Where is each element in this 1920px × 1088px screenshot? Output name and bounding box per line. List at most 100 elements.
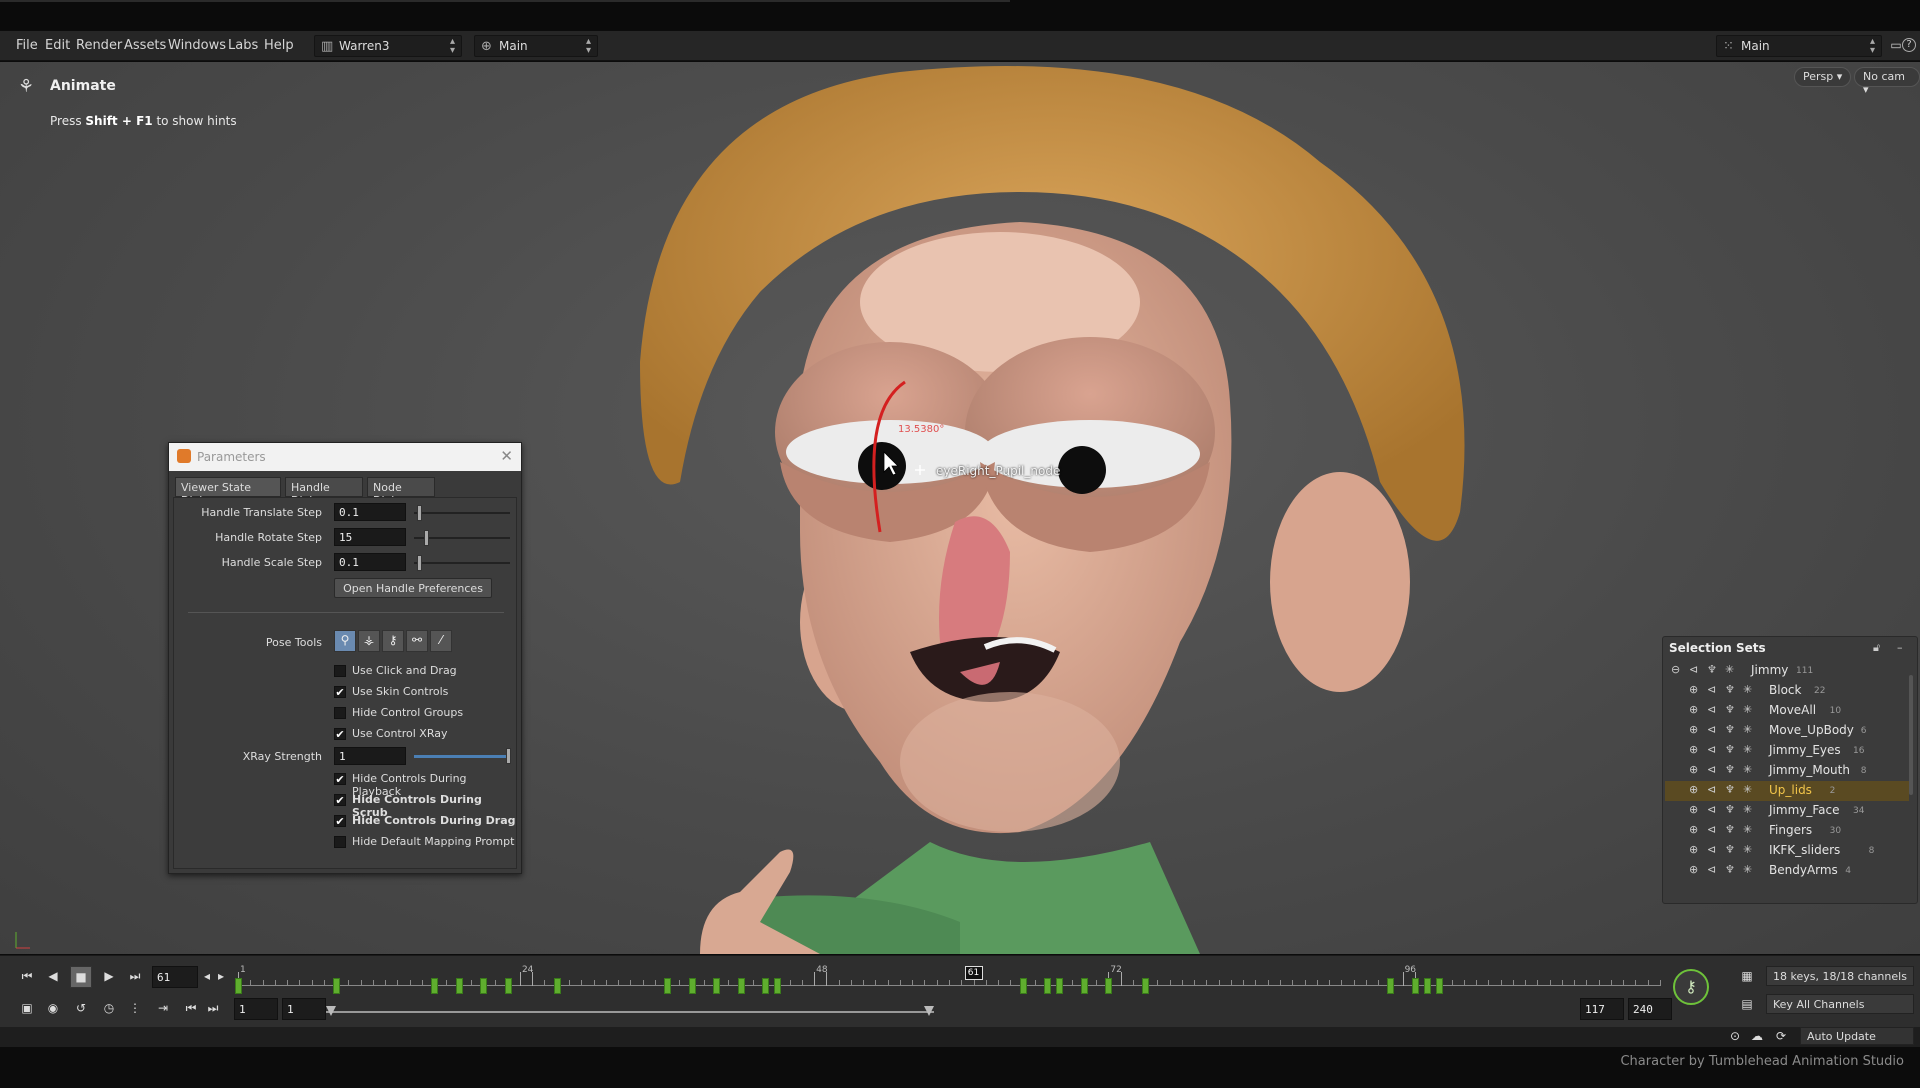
camera-button[interactable]: No cam ▾ [1854,67,1920,96]
visibility-icon[interactable]: ⊕ [1689,863,1698,876]
jump-end-icon[interactable]: ⏭ [124,966,146,988]
collapse-icon[interactable]: – [1897,641,1903,654]
keyframe-marker[interactable] [431,978,439,994]
selection-set-row[interactable]: ⊕ ⊲ ♆ ✳ BendyArms 4 [1665,861,1909,881]
pose-tool-select-icon[interactable]: ⚲ [334,630,356,652]
xray-strength-slider[interactable] [414,748,511,764]
menu-render[interactable]: Render [76,38,122,53]
loop-icon[interactable]: ↺ [70,998,92,1020]
timeline-options-icon[interactable]: ▣ [16,998,38,1020]
pose-icon[interactable]: ♆ [1725,843,1735,856]
pose-icon[interactable]: ♆ [1725,703,1735,716]
selection-set-row[interactable]: ⊖ ⊲ ♆ ✳ Jimmy 111 [1665,661,1909,681]
asterisk-icon[interactable]: ✳ [1743,723,1752,736]
selection-set-row[interactable]: ⊕ ⊲ ♆ ✳ IKFK_sliders 8 [1665,841,1909,861]
xray-strength-field[interactable]: 1 [334,747,406,765]
selection-set-row[interactable]: ⊕ ⊲ ♆ ✳ Block 22 [1665,681,1909,701]
menu-labs[interactable]: Labs [228,38,258,53]
scrollbar[interactable] [1909,675,1913,795]
keyframe-marker[interactable] [1080,978,1088,994]
keyframe-marker[interactable] [1436,978,1444,994]
keyframe-marker[interactable] [504,978,512,994]
keyframe-marker[interactable] [1387,978,1395,994]
lock-icon[interactable]: 🔓︎ [1873,641,1880,655]
rotate-step-slider[interactable] [414,530,510,546]
pose-icon[interactable]: ♆ [1725,683,1735,696]
right-context-select[interactable]: ⁙ Main ▴ ▾ [1716,35,1882,57]
menu-file[interactable]: File [16,38,38,53]
asterisk-icon[interactable]: ✳ [1743,763,1752,776]
playback-end-field[interactable]: 117 [1580,998,1624,1020]
select-icon[interactable]: ⊲ [1707,783,1716,796]
pose-tool-mirror-icon[interactable]: ⚯ [406,630,428,652]
asterisk-icon[interactable]: ✳ [1725,663,1734,676]
desktop-select[interactable]: ▥ Warren3 ▴ ▾ [314,35,462,57]
hide-during-drag-checkbox[interactable]: ✔ [334,815,346,827]
playhead[interactable]: 61 [964,966,983,980]
visibility-icon[interactable]: ⊕ [1689,743,1698,756]
play-backward-icon[interactable]: ◀ [42,966,64,988]
select-icon[interactable]: ⊲ [1707,803,1716,816]
visibility-icon[interactable]: ⊕ [1689,843,1698,856]
key-all-channels-select[interactable]: Key All Channels [1766,994,1914,1014]
translate-step-field[interactable]: 0.1 [334,503,406,521]
menu-help[interactable]: Help [264,38,294,53]
translate-step-slider[interactable] [414,505,510,521]
hide-during-scrub-checkbox[interactable]: ✔ [334,794,346,806]
select-icon[interactable]: ⊲ [1707,743,1716,756]
hide-during-playback-checkbox[interactable]: ✔ [334,773,346,785]
select-icon[interactable]: ⊲ [1707,823,1716,836]
keyframe-marker[interactable] [664,978,672,994]
pose-icon[interactable]: ♆ [1725,723,1735,736]
selection-set-row[interactable]: ⊕ ⊲ ♆ ✳ Jimmy_Mouth 8 [1665,761,1909,781]
chat-icon[interactable]: ☁ [1746,1026,1768,1046]
asterisk-icon[interactable]: ✳ [1743,803,1752,816]
asterisk-icon[interactable]: ✳ [1743,783,1752,796]
context-select[interactable]: ⊕ Main ▴ ▾ [474,35,598,57]
selection-set-row[interactable]: ⊕ ⊲ ♆ ✳ Move_UpBody 6 [1665,721,1909,741]
menu-edit[interactable]: Edit [45,38,70,53]
keyframe-marker[interactable] [713,978,721,994]
visibility-icon[interactable]: ⊕ [1689,763,1698,776]
timeline-ruler[interactable]: 1 24 48 72 96 61 [235,965,1661,994]
keyframe-marker[interactable] [774,978,782,994]
keyframe-marker[interactable] [455,978,463,994]
parameters-titlebar[interactable]: Parameters ✕ [169,443,521,471]
audio-icon[interactable]: ◉ [42,998,64,1020]
keyframe-marker[interactable] [1044,978,1052,994]
menu-assets[interactable]: Assets [124,38,166,53]
keyframe-marker[interactable] [235,978,242,994]
keyframe-marker[interactable] [1142,978,1150,994]
playback-start-field[interactable]: 1 [282,998,326,1020]
end-frame-field[interactable]: 240 [1628,998,1672,1020]
keyframe-marker[interactable] [1411,978,1419,994]
collapse-icon[interactable]: ⊖ [1671,663,1680,676]
select-icon[interactable]: ⊲ [1707,703,1716,716]
pose-icon[interactable]: ♆ [1725,803,1735,816]
keyframe-marker[interactable] [553,978,561,994]
jump-start-icon[interactable]: ⏮ [16,966,38,988]
step-back-icon[interactable]: ◂ [200,966,214,988]
selection-set-row[interactable]: ⊕ ⊲ ♆ ✳ Jimmy_Eyes 16 [1665,741,1909,761]
channel-list-icon[interactable]: ▦ [1736,966,1758,988]
visibility-icon[interactable]: ⊕ [1689,823,1698,836]
playback-range-bar[interactable] [326,1006,934,1016]
keyframe-marker[interactable] [762,978,770,994]
step-forward-icon[interactable]: ▸ [214,966,228,988]
set-key-button[interactable]: ⚷ [1673,969,1709,1005]
range-start-icon[interactable]: ⏮ [182,998,200,1020]
asterisk-icon[interactable]: ✳ [1743,743,1752,756]
visibility-icon[interactable]: ⊕ [1689,723,1698,736]
selection-set-row[interactable]: ⊕ ⊲ ♆ ✳ MoveAll 10 [1665,701,1909,721]
pose-tool-pick-icon[interactable]: ⁄ [430,630,452,652]
current-frame-field[interactable]: 61 [152,966,198,988]
network-icon[interactable]: ⊙ [1724,1026,1746,1046]
range-end-handle[interactable] [924,1006,934,1016]
visibility-icon[interactable]: ⊕ [1689,783,1698,796]
select-icon[interactable]: ⊲ [1707,723,1716,736]
key-options-icon[interactable]: ▤ [1736,994,1758,1016]
keyframe-marker[interactable] [1105,978,1113,994]
scale-step-field[interactable]: 0.1 [334,553,406,571]
pose-icon[interactable]: ♆ [1725,743,1735,756]
visibility-icon[interactable]: ⊕ [1689,803,1698,816]
